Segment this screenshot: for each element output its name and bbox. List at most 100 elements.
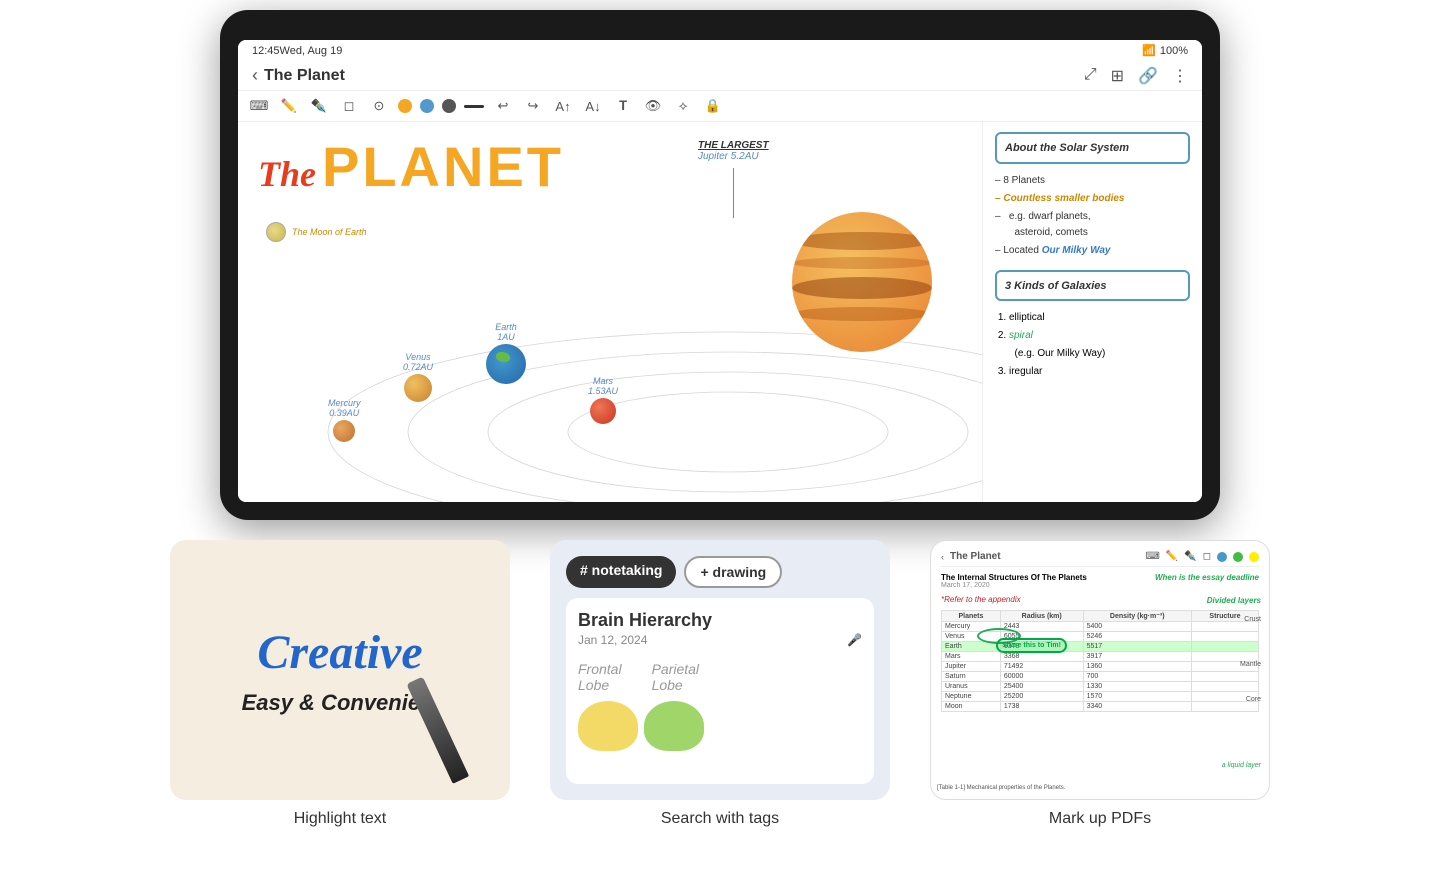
shapes-icon[interactable]: ⟡ xyxy=(672,95,694,117)
pointer-line xyxy=(733,168,734,218)
text-down-icon[interactable]: A↓ xyxy=(582,95,604,117)
mercury-planet xyxy=(333,420,355,442)
moon-area: The Moon of Earth xyxy=(266,222,367,242)
table-caption: [Table 1-1] Mechanical properties of the… xyxy=(937,785,1065,791)
tag-notetaking[interactable]: # notetaking xyxy=(566,556,676,588)
color-blue[interactable] xyxy=(420,99,434,113)
tool4[interactable]: ◻ xyxy=(1203,551,1211,562)
redo-icon[interactable]: ↪ xyxy=(522,95,544,117)
text-up-icon[interactable]: A↑ xyxy=(552,95,574,117)
galaxies-title: 3 Kinds of Galaxies xyxy=(1005,280,1106,292)
jupiter-largest-label: THE LARGEST xyxy=(698,140,769,151)
text-icon[interactable]: 𝐓 xyxy=(612,95,634,117)
markup-content: ‹ The Planet ⌨ ✏️ ✒️ ◻ The Internal Stru… xyxy=(931,541,1269,799)
undo-icon[interactable]: ↩ xyxy=(492,95,514,117)
status-time: 12:45 xyxy=(252,45,280,57)
note-card-date: Jan 12, 2024 🎤 xyxy=(578,633,862,647)
venus-area: Venus 0.72AU xyxy=(403,352,433,402)
share-bubble: Share this to Tim! xyxy=(996,638,1067,653)
feature-markup: ‹ The Planet ⌨ ✏️ ✒️ ◻ The Internal Stru… xyxy=(930,540,1270,828)
mars-area: Mars 1.53AU xyxy=(588,376,618,424)
core-label: Core xyxy=(1246,696,1261,703)
list-item-2: Countless smaller bodies xyxy=(995,190,1190,208)
mercury-dist: 0.39AU xyxy=(328,408,361,418)
brain-left xyxy=(578,701,638,751)
tool3[interactable]: ✒️ xyxy=(1184,551,1196,562)
tablet-device: 12:45 Wed, Aug 19 📶 100% ‹ The Planet ⤢ … xyxy=(220,10,1220,520)
brain-right xyxy=(644,701,704,751)
pen-icon[interactable]: ✏️ xyxy=(278,95,300,117)
solar-system-box: About the Solar System xyxy=(995,132,1190,164)
pencil-icon[interactable]: ✒️ xyxy=(308,95,330,117)
venus-planet xyxy=(404,374,432,402)
status-bar: 12:45 Wed, Aug 19 📶 100% xyxy=(238,40,1202,61)
earth-area: Earth 1AU xyxy=(486,322,526,384)
earth-planet xyxy=(486,344,526,384)
highlight-image: Creative Easy & Convenie... xyxy=(170,540,510,800)
back-button[interactable]: ‹ xyxy=(252,65,258,86)
tool1[interactable]: ⌨ xyxy=(1145,551,1159,562)
mercury-area: Mercury 0.39AU xyxy=(328,398,361,442)
title-planet: PLANET xyxy=(322,134,564,199)
lasso-icon[interactable]: ⊙ xyxy=(368,95,390,117)
color-blue-mini[interactable] xyxy=(1217,552,1227,562)
pdf-header: The Internal Structures Of The Planets M… xyxy=(941,573,1259,589)
jupiter-area xyxy=(792,212,932,352)
status-signal: 📶 xyxy=(1142,44,1156,57)
frontal-lobe: FrontalLobe xyxy=(578,661,622,693)
feature-highlight: Creative Easy & Convenie... Highlight te… xyxy=(170,540,510,828)
mic-icon[interactable]: 🎤 xyxy=(847,633,862,647)
moon-planet xyxy=(266,222,286,242)
keyboard-icon[interactable]: ⌨ xyxy=(248,95,270,117)
galaxies-box: 3 Kinds of Galaxies xyxy=(995,270,1190,302)
mars-dist: 1.53AU xyxy=(588,386,618,396)
note-card-labels: FrontalLobe ParietalLobe xyxy=(578,661,862,693)
tag-drawing[interactable]: + drawing xyxy=(684,556,782,588)
planet-title-area: The PLANET xyxy=(258,134,564,199)
pdf-date: March 17, 2020 xyxy=(941,582,1087,589)
markup-label: Mark up PDFs xyxy=(1049,810,1151,828)
brain-circles xyxy=(578,701,862,751)
mantle-label: Mantle xyxy=(1240,661,1261,668)
galaxy-1: elliptical xyxy=(1009,309,1190,327)
pdf-title: The Internal Structures Of The Planets M… xyxy=(941,573,1087,589)
highlight-label: Highlight text xyxy=(294,810,387,828)
eraser-icon[interactable]: ◻ xyxy=(338,95,360,117)
search-image: # notetaking + drawing Brain Hierarchy J… xyxy=(550,540,890,800)
jupiter-dist-label: Jupiter 5.2AU xyxy=(698,151,769,162)
earth-label: Earth xyxy=(486,322,526,332)
divided-layers: Divided layers xyxy=(1207,596,1261,605)
solar-system-list: 8 Planets Countless smaller bodies e.g. … xyxy=(995,172,1190,260)
feature-search: # notetaking + drawing Brain Hierarchy J… xyxy=(550,540,890,828)
list-item-4: Located Our Milky Way xyxy=(995,242,1190,260)
line-tool[interactable] xyxy=(464,105,484,108)
more-icon[interactable]: ⋮ xyxy=(1172,66,1188,86)
color-green-mini[interactable] xyxy=(1233,552,1243,562)
notes-canvas[interactable]: The PLANET THE LARGEST Jupiter 5.2AU The… xyxy=(238,122,982,502)
color-yellow-mini[interactable] xyxy=(1249,552,1259,562)
moon-label: The Moon of Earth xyxy=(292,227,367,237)
galaxy-3: iregular xyxy=(1009,363,1190,381)
color-gray[interactable] xyxy=(442,99,456,113)
tool2[interactable]: ✏️ xyxy=(1166,551,1178,562)
jupiter-planet xyxy=(792,212,932,352)
expand-icon[interactable]: ⤢ xyxy=(1084,66,1097,86)
search-label: Search with tags xyxy=(661,810,779,828)
mars-planet xyxy=(590,398,616,424)
tablet-screen: 12:45 Wed, Aug 19 📶 100% ‹ The Planet ⤢ … xyxy=(238,40,1202,502)
toolbar: ⌨ ✏️ ✒️ ◻ ⊙ ↩ ↪ A↑ A↓ 𝐓 👁 ⟡ 🔒 xyxy=(238,91,1202,122)
search-content: # notetaking + drawing Brain Hierarchy J… xyxy=(550,540,890,800)
note-card-title: Brain Hierarchy xyxy=(578,610,862,631)
galaxy-2: spiral (e.g. Our Milky Way) xyxy=(1009,327,1190,363)
attach-icon[interactable]: 🔗 xyxy=(1138,66,1158,86)
lock-icon[interactable]: 🔒 xyxy=(702,95,724,117)
nav-title: The Planet xyxy=(264,67,1084,85)
venus-dist: 0.72AU xyxy=(403,362,433,372)
columns-icon[interactable]: ⊞ xyxy=(1111,66,1124,86)
easy-text: Easy & Convenie... xyxy=(242,690,439,716)
color-orange[interactable] xyxy=(398,99,412,113)
list-item-3: e.g. dwarf planets, asteroid, comets xyxy=(995,208,1190,242)
reading-icon[interactable]: 👁 xyxy=(642,95,664,117)
jupiter-info: THE LARGEST Jupiter 5.2AU xyxy=(698,140,769,162)
solar-system-title: About the Solar System xyxy=(1005,142,1129,154)
